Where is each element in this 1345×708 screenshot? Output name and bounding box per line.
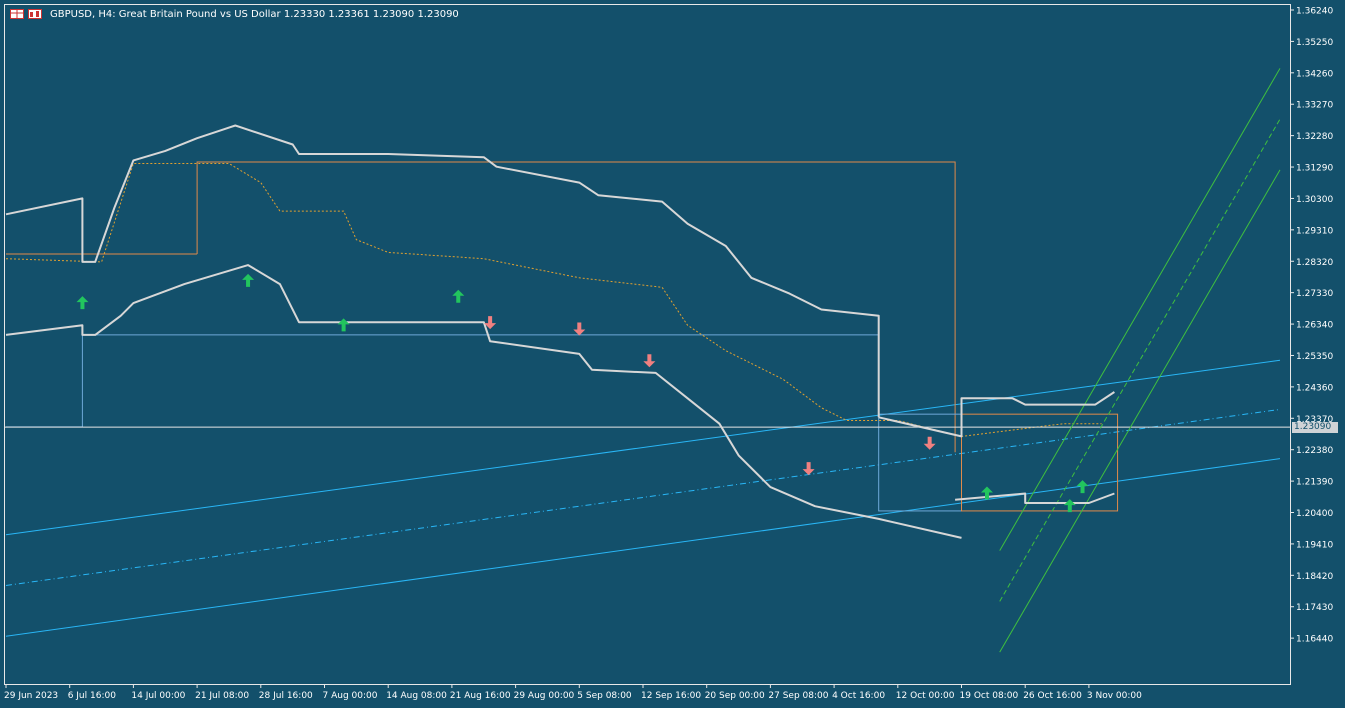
trend-channel-mid — [999, 118, 1281, 602]
x-tick-label: 20 Sep 00:00 — [705, 691, 765, 701]
x-tick-label: 6 Jul 16:00 — [68, 691, 117, 701]
donchian-box — [196, 161, 956, 453]
y-tick-label: 1.20400 — [1296, 509, 1333, 519]
regression-mid-line — [5, 408, 1281, 586]
y-tick-label: 1.27330 — [1296, 289, 1333, 299]
y-tick-label: 1.18420 — [1296, 572, 1333, 582]
x-tick-label: 29 Aug 00:00 — [514, 691, 575, 701]
y-tick-label: 1.21390 — [1296, 478, 1333, 488]
trend-channel-lower — [999, 169, 1281, 653]
buy-sell-icon[interactable] — [28, 9, 42, 19]
y-tick-label: 1.34260 — [1296, 69, 1333, 79]
envelope-upper — [5, 124, 880, 418]
x-tick-label: 21 Jul 08:00 — [195, 691, 249, 701]
x-tick-label: 29 Jun 2023 — [4, 691, 58, 701]
x-tick-label: 27 Sep 08:00 — [768, 691, 828, 701]
support-step-line — [6, 334, 83, 428]
range-box — [878, 413, 962, 512]
up-arrow-icon — [76, 296, 89, 310]
x-tick-label: 7 Aug 00:00 — [323, 691, 378, 701]
x-tick-label: 14 Jul 00:00 — [131, 691, 185, 701]
x-tick-label: 26 Oct 16:00 — [1023, 691, 1082, 701]
current-price-label: 1.23090 — [1292, 421, 1338, 433]
price-chart[interactable]: 1.36240 1.35250 1.34260 1.33270 1.32280 1.312… — [0, 0, 1345, 708]
x-tick-label: 21 Aug 16:00 — [450, 691, 511, 701]
y-tick-label: 1.17430 — [1296, 603, 1333, 613]
up-arrow-icon — [242, 273, 255, 287]
y-tick-label: 1.31290 — [1296, 164, 1333, 174]
x-tick-label: 12 Sep 16:00 — [641, 691, 701, 701]
y-tick-label: 1.16440 — [1296, 635, 1333, 645]
chart-header: GBPUSD, H4: Great Britain Pound vs US Do… — [10, 6, 459, 22]
y-tick-label: 1.30300 — [1296, 195, 1333, 205]
y-tick-label: 1.29310 — [1296, 226, 1333, 236]
x-tick-label: 14 Aug 08:00 — [386, 691, 447, 701]
y-tick-label: 1.35250 — [1296, 38, 1333, 48]
chart-window-icon[interactable] — [10, 9, 24, 19]
y-tick-label: 1.26340 — [1296, 321, 1333, 331]
x-tick-label: 28 Jul 16:00 — [259, 691, 313, 701]
down-arrow-icon — [643, 354, 656, 368]
midline-dotted — [5, 163, 1102, 437]
x-tick-label: 12 Oct 00:00 — [896, 691, 955, 701]
y-tick-label: 1.33270 — [1296, 101, 1333, 111]
x-tick-label: 4 Oct 16:00 — [832, 691, 885, 701]
regression-lower-line — [5, 458, 1281, 637]
envelope-lower — [5, 264, 962, 539]
price-axis: 1.36240 1.35250 1.34260 1.33270 1.32280 1.312… — [1290, 7, 1333, 645]
chart-title: GBPUSD, H4: Great Britain Pound vs US Do… — [50, 8, 459, 20]
x-tick-label: 5 Sep 08:00 — [577, 691, 632, 701]
y-tick-label: 1.36240 — [1296, 7, 1333, 17]
y-tick-label: 1.28320 — [1296, 258, 1333, 268]
down-arrow-icon — [573, 322, 586, 336]
up-arrow-icon — [452, 289, 465, 303]
up-arrow-icon — [1063, 499, 1076, 513]
arrows-layer — [76, 273, 1089, 513]
time-axis: 29 Jun 2023 6 Jul 16:00 14 Jul 00:00 21 Jul… — [4, 684, 1142, 701]
down-arrow-icon — [923, 436, 936, 450]
x-tick-label: 3 Nov 00:00 — [1087, 691, 1142, 701]
x-tick-label: 19 Oct 08:00 — [960, 691, 1019, 701]
y-tick-label: 1.32280 — [1296, 132, 1333, 142]
up-arrow-icon — [337, 318, 350, 332]
y-tick-label: 1.22380 — [1296, 446, 1333, 456]
y-tick-label: 1.24360 — [1296, 383, 1333, 393]
down-arrow-icon — [802, 462, 815, 476]
y-tick-label: 1.25350 — [1296, 352, 1333, 362]
plot-area-border — [4, 4, 1291, 685]
chart-window[interactable]: 1.36240 1.35250 1.34260 1.33270 1.32280 1.312… — [0, 0, 1345, 708]
y-tick-label: 1.19410 — [1296, 540, 1333, 550]
